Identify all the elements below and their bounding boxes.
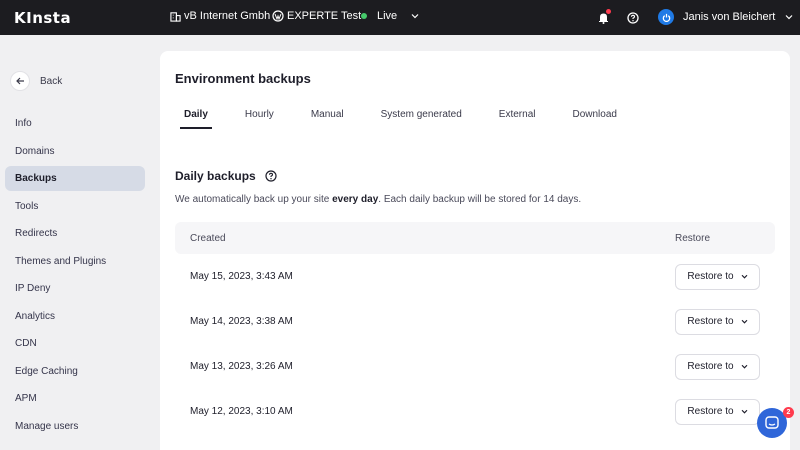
sidebar-nav: Info Domains Backups Tools Redirects The…: [5, 111, 145, 441]
site-name: EXPERTE Test: [287, 10, 362, 22]
sidebar-item-ip-deny[interactable]: IP Deny: [5, 276, 145, 301]
tab-daily[interactable]: Daily: [175, 109, 217, 129]
help-button[interactable]: [627, 11, 639, 29]
restore-to-button[interactable]: Restore to: [675, 353, 760, 380]
top-bar: KInsta vB Internet Gmbh EXPERTE Test Liv…: [0, 0, 800, 35]
restore-to-button[interactable]: Restore to: [675, 263, 760, 290]
environment-status-dot: [361, 13, 367, 19]
restore-to-button[interactable]: Restore to: [675, 398, 760, 425]
backup-date: May 14, 2023, 3:38 AM: [190, 316, 293, 327]
page-title: Environment backups: [175, 71, 311, 86]
desc-bold: every day: [332, 194, 379, 205]
sidebar-item-backups[interactable]: Backups: [5, 166, 145, 191]
chat-unread-badge: 2: [783, 407, 794, 418]
backup-date: May 13, 2023, 3:26 AM: [190, 361, 293, 372]
power-icon: [662, 13, 670, 22]
company-name: vB Internet Gmbh: [184, 10, 271, 22]
back-button[interactable]: Back: [10, 71, 62, 91]
back-arrow-icon: [10, 71, 30, 91]
kinsta-logo[interactable]: KInsta: [14, 9, 71, 27]
chat-icon: [765, 416, 779, 429]
chevron-down-icon: [741, 319, 747, 324]
restore-label: Restore to: [687, 361, 734, 372]
restore-to-button[interactable]: Restore to: [675, 308, 760, 335]
notifications-button[interactable]: [598, 9, 611, 29]
sidebar-item-analytics[interactable]: Analytics: [5, 304, 145, 329]
back-label: Back: [40, 75, 63, 87]
desc-prefix: We automatically back up your site: [175, 194, 333, 205]
help-icon[interactable]: [265, 170, 277, 182]
sidebar-item-apm[interactable]: APM: [5, 386, 145, 411]
sidebar-item-themes-and-plugins[interactable]: Themes and Plugins: [5, 249, 145, 274]
restore-label: Restore to: [687, 406, 734, 417]
chevron-down-icon: [411, 14, 419, 19]
environment-switcher[interactable]: Live: [361, 10, 419, 22]
notification-dot: [606, 9, 611, 14]
chevron-down-icon: [785, 15, 793, 20]
backups-table: Created Restore May 15, 2023, 3:43 AM Re…: [175, 222, 775, 434]
avatar: [658, 9, 674, 25]
sidebar-item-info[interactable]: Info: [5, 111, 145, 136]
tab-manual[interactable]: Manual: [302, 109, 353, 129]
building-icon: [170, 11, 181, 22]
tab-system-generated[interactable]: System generated: [372, 109, 471, 129]
company-switcher[interactable]: vB Internet Gmbh: [170, 10, 270, 22]
tab-hourly[interactable]: Hourly: [236, 109, 283, 129]
main-panel: Environment backups Daily Hourly Manual …: [160, 51, 790, 450]
section-title-text: Daily backups: [175, 169, 256, 183]
sidebar-item-manage-users[interactable]: Manage users: [5, 414, 145, 439]
sidebar: Back Info Domains Backups Tools Redirect…: [0, 35, 160, 450]
user-name: Janis von Bleichert: [683, 11, 776, 23]
chevron-down-icon: [741, 409, 747, 414]
chevron-down-icon: [741, 274, 747, 279]
column-created: Created: [190, 232, 226, 244]
wordpress-icon: [272, 10, 284, 22]
tab-external[interactable]: External: [490, 109, 545, 129]
restore-label: Restore to: [687, 316, 734, 327]
chevron-down-icon: [741, 364, 747, 369]
sidebar-item-redirects[interactable]: Redirects: [5, 221, 145, 246]
table-row: May 12, 2023, 3:10 AM Restore to: [175, 389, 775, 434]
site-switcher[interactable]: EXPERTE Test: [272, 10, 361, 22]
sidebar-item-domains[interactable]: Domains: [5, 139, 145, 164]
column-restore: Restore: [675, 232, 711, 244]
help-icon: [627, 12, 639, 24]
backup-date: May 15, 2023, 3:43 AM: [190, 271, 293, 282]
restore-label: Restore to: [687, 271, 734, 282]
table-row: May 13, 2023, 3:26 AM Restore to: [175, 344, 775, 389]
environment-name: Live: [377, 10, 398, 22]
section-title: Daily backups: [175, 169, 277, 183]
sidebar-item-cdn[interactable]: CDN: [5, 331, 145, 356]
sidebar-item-edge-caching[interactable]: Edge Caching: [5, 359, 145, 384]
backup-tabs: Daily Hourly Manual System generated Ext…: [175, 109, 645, 129]
backup-date: May 12, 2023, 3:10 AM: [190, 406, 293, 417]
sidebar-item-tools[interactable]: Tools: [5, 194, 145, 219]
tab-download[interactable]: Download: [563, 109, 625, 129]
table-row: May 14, 2023, 3:38 AM Restore to: [175, 299, 775, 344]
table-row: May 15, 2023, 3:43 AM Restore to: [175, 254, 775, 299]
user-menu[interactable]: Janis von Bleichert: [658, 9, 793, 25]
table-header: Created Restore: [175, 222, 775, 254]
desc-suffix: . Each daily backup will be stored for 1…: [378, 194, 582, 205]
section-description: We automatically back up your site every…: [175, 194, 581, 205]
